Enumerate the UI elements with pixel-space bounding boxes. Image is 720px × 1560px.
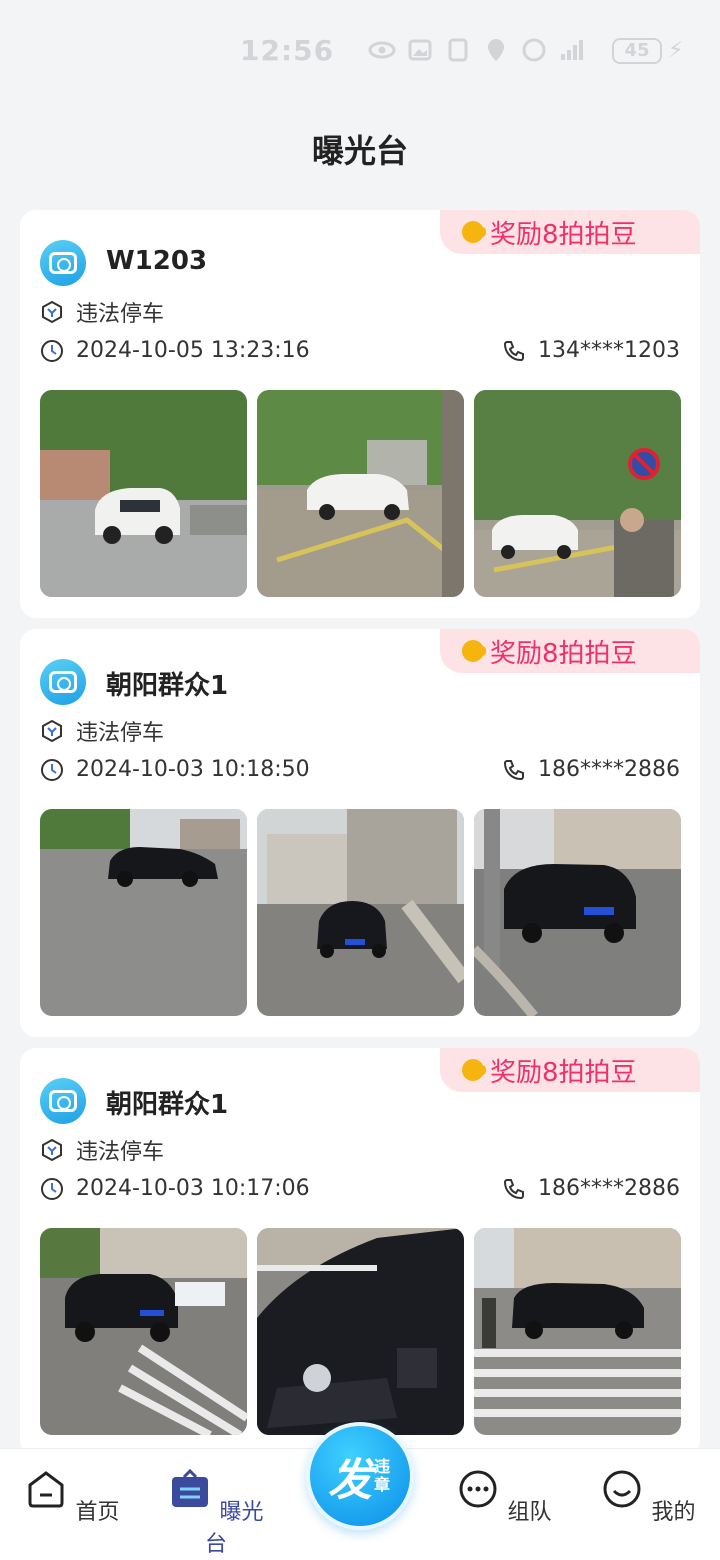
exposure-feed: 奖励8拍拍豆 W1203 违法停车 2024-10-05 13:23:16 13…: [20, 210, 700, 1467]
signal-icon: [561, 40, 583, 60]
evidence-photo[interactable]: [474, 390, 681, 597]
publish-violation-button[interactable]: 发 违章: [306, 1422, 414, 1530]
exposure-icon: [172, 1468, 209, 1507]
bean-icon: [462, 1059, 486, 1081]
battery-indicator: 45: [612, 38, 662, 64]
status-time: 12:56: [240, 34, 335, 67]
violation-type-icon: [42, 719, 62, 743]
evidence-photo[interactable]: [40, 390, 247, 597]
evidence-photo[interactable]: [474, 809, 681, 1016]
evidence-photo[interactable]: [474, 1228, 681, 1435]
tab-me[interactable]: 我的: [598, 1467, 698, 1526]
tab-exposure-label: 曝光台: [204, 1500, 264, 1557]
phone-icon: [504, 1178, 525, 1199]
violation-type-icon: [42, 1138, 62, 1162]
violation-type-icon: [42, 300, 62, 324]
report-card[interactable]: 奖励8拍拍豆 朝阳群众1 违法停车 2024-10-03 10:17:06 18…: [20, 1048, 700, 1456]
report-time: 2024-10-03 10:18:50: [76, 757, 310, 782]
report-time: 2024-10-05 13:23:16: [76, 338, 310, 363]
avatar: [40, 240, 86, 286]
reporter-phone: 186****2886: [538, 757, 680, 782]
clock-icon: [41, 1177, 63, 1200]
meta-row: 2024-10-03 10:18:50 186****2886: [40, 757, 680, 782]
report-card[interactable]: 奖励8拍拍豆 朝阳群众1 违法停车 2024-10-03 10:18:50 18…: [20, 629, 700, 1037]
violation-type-row: 违法停车: [40, 296, 164, 328]
no-sim-icon: [448, 38, 468, 62]
evidence-photo[interactable]: [257, 809, 464, 1016]
clock-icon: [41, 758, 63, 781]
chat-icon: [459, 1470, 497, 1508]
evidence-photo[interactable]: [40, 1228, 247, 1435]
hd-call-icon: [522, 38, 546, 62]
phone-icon: [504, 759, 525, 780]
photo-grid: [40, 1228, 681, 1435]
tab-home[interactable]: 首页: [22, 1467, 122, 1526]
report-time: 2024-10-03 10:17:06: [76, 1176, 310, 1201]
reward-badge: 奖励8拍拍豆: [440, 210, 700, 254]
image-icon: [408, 39, 432, 61]
camera-icon: [49, 252, 77, 274]
tab-team-label: 组队: [507, 1500, 552, 1525]
evidence-photo[interactable]: [257, 1228, 464, 1435]
photo-grid: [40, 390, 681, 597]
violation-type-row: 违法停车: [40, 715, 164, 747]
phone-icon: [504, 340, 525, 361]
photo-grid: [40, 809, 681, 1016]
avatar: [40, 1078, 86, 1124]
bean-icon: [462, 221, 486, 243]
page-title: 曝光台: [311, 132, 408, 170]
eye-icon: [368, 41, 396, 59]
tab-me-label: 我的: [651, 1500, 696, 1525]
location-icon: [488, 39, 504, 61]
violation-type: 违法停车: [76, 1140, 165, 1165]
charging-icon: ⚡: [668, 38, 684, 63]
reward-badge: 奖励8拍拍豆: [440, 1048, 700, 1092]
reporter-name: 朝阳群众1: [106, 1090, 229, 1120]
violation-type: 违法停车: [76, 721, 165, 746]
reward-badge: 奖励8拍拍豆: [440, 629, 700, 673]
tab-team[interactable]: 组队: [454, 1467, 554, 1526]
bean-icon: [462, 640, 486, 662]
report-card[interactable]: 奖励8拍拍豆 W1203 违法停车 2024-10-05 13:23:16 13…: [20, 210, 700, 618]
reporter-name: W1203: [106, 246, 208, 276]
camera-icon: [49, 1090, 77, 1112]
home-icon: [28, 1471, 64, 1508]
violation-type: 违法停车: [76, 302, 165, 327]
status-icons: [368, 36, 586, 64]
clock-icon: [41, 339, 63, 362]
meta-row: 2024-10-03 10:17:06 186****2886: [40, 1176, 680, 1201]
avatar: [40, 659, 86, 705]
tab-home-label: 首页: [75, 1500, 120, 1525]
reward-text: 奖励8拍拍豆: [490, 638, 637, 669]
tab-exposure[interactable]: 曝光台: [166, 1467, 266, 1558]
evidence-photo[interactable]: [40, 809, 247, 1016]
evidence-photo[interactable]: [257, 390, 464, 597]
reporter-phone: 134****1203: [538, 338, 680, 363]
camera-icon: [49, 671, 77, 693]
violation-type-row: 违法停车: [40, 1134, 164, 1166]
reward-text: 奖励8拍拍豆: [490, 219, 637, 250]
status-bar: 12:56 45 ⚡: [0, 0, 720, 100]
publish-small-text: 违章: [374, 1457, 391, 1494]
reporter-phone: 186****2886: [538, 1176, 680, 1201]
reporter-name: 朝阳群众1: [106, 671, 229, 701]
meta-row: 2024-10-05 13:23:16 134****1203: [40, 338, 680, 363]
publish-big-text: 发: [328, 1455, 372, 1506]
reward-text: 奖励8拍拍豆: [490, 1057, 637, 1088]
smile-icon: [603, 1470, 641, 1508]
